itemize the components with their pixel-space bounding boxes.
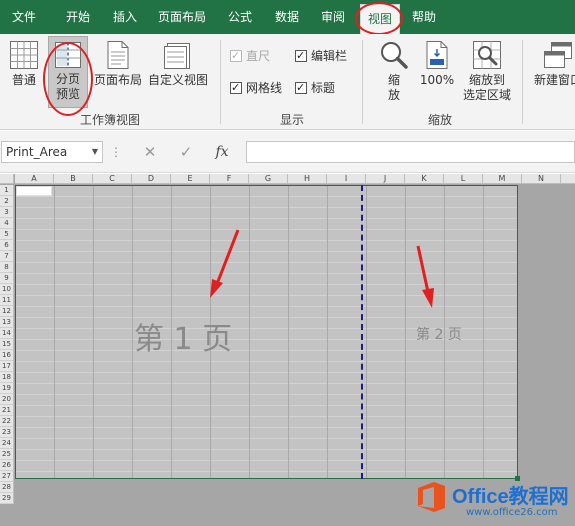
zoom-to-selection-label-2: 选定区域 (462, 88, 511, 102)
page-break-preview-button[interactable]: 分页 预览 (48, 36, 88, 108)
zoom-to-selection-icon (473, 41, 501, 69)
page-break-preview-icon (55, 42, 81, 68)
checkbox-icon (230, 80, 242, 96)
group-label-workbook-views: 工作簿视图 (79, 113, 140, 127)
page-layout-label: 页面布局 (93, 73, 142, 87)
zoom-100-label: 100% (419, 73, 455, 87)
insert-function-icon[interactable]: fx (212, 141, 232, 163)
tab-help[interactable]: 帮助 (404, 0, 444, 34)
watermark-name: Office教程网 (452, 486, 569, 508)
new-window-icon (544, 42, 572, 68)
ribbon-separator (362, 40, 363, 124)
office-logo-icon (418, 482, 445, 512)
page-layout-icon (107, 41, 129, 69)
group-label-show: 显示 (279, 113, 304, 127)
page-layout-view-button[interactable]: 页面布局 (92, 40, 144, 88)
headings-checkbox[interactable]: 标题 (295, 80, 335, 96)
page-break-preview-label-1: 分页 (55, 72, 80, 86)
annotation-arrows (210, 229, 434, 308)
tab-home[interactable]: 开始 (58, 0, 98, 34)
more-options-icon: ⋮ (110, 145, 122, 159)
new-window-label: 新建窗口 (533, 73, 575, 87)
new-window-button[interactable]: 新建窗口 (528, 40, 575, 88)
page-break-preview-label-2: 预览 (55, 87, 80, 101)
checkbox-icon (230, 48, 242, 64)
cancel-icon[interactable]: ✕ (140, 141, 160, 163)
ribbon: 普通 分页 预览 页面布局 自定义视图 工作簿视图 ✓直尺 ✓ 编辑栏 ✓网格线… (0, 34, 575, 130)
gridlines-checkbox[interactable]: 网格线 (230, 80, 282, 96)
formula-bar: Print_Area ▼ ⋮ ✕ ✓ fx (0, 131, 575, 173)
gridlines-label: 网格线 (246, 81, 283, 95)
ribbon-separator (522, 40, 523, 124)
sheet-area[interactable]: ABCDEFGHIJKLMNO 123456789101112131415161… (0, 174, 575, 526)
formula-bar-checkbox[interactable]: 编辑栏 (295, 48, 347, 64)
ribbon-separator (220, 40, 221, 124)
red-arrow-page-1 (210, 229, 240, 298)
normal-view-button[interactable]: 普通 (4, 40, 44, 88)
chevron-down-icon[interactable]: ▼ (92, 142, 98, 162)
tab-formulas[interactable]: 公式 (220, 0, 260, 34)
headings-label: 标题 (311, 81, 336, 95)
zoom-to-selection-button[interactable]: 缩放到 选定区域 (458, 40, 516, 103)
red-arrow-page-2 (416, 245, 434, 308)
formula-input[interactable] (246, 141, 575, 163)
excel-window: 文件 开始 插入 页面布局 公式 数据 审阅 视图 帮助 普通 分页 预览 页面… (0, 0, 575, 526)
enter-icon[interactable]: ✓ (176, 141, 196, 163)
tab-insert[interactable]: 插入 (105, 0, 145, 34)
tab-page-layout[interactable]: 页面布局 (151, 0, 213, 34)
formula-bar-label: 编辑栏 (311, 49, 348, 63)
normal-view-label: 普通 (11, 73, 36, 87)
ruler-label: 直尺 (246, 49, 271, 63)
zoom-100-button[interactable]: 100% (418, 40, 456, 88)
group-label-zoom: 缩放 (427, 113, 452, 127)
checkbox-icon (295, 48, 307, 64)
tab-file[interactable]: 文件 (4, 0, 44, 34)
name-box[interactable]: Print_Area ▼ (1, 141, 103, 163)
ruler-checkbox[interactable]: 直尺 (230, 48, 270, 64)
normal-view-icon (10, 41, 38, 69)
custom-views-label: 自定义视图 (147, 73, 208, 87)
custom-views-button[interactable]: 自定义视图 (146, 40, 210, 88)
magnifier-icon (381, 42, 408, 69)
tab-data[interactable]: 数据 (267, 0, 307, 34)
name-box-value: Print_Area (6, 145, 68, 159)
watermark: Office教程网 www.office26.com (408, 476, 575, 526)
tab-view[interactable]: 视图 (360, 4, 400, 34)
zoom-label-1: 缩 (387, 73, 400, 87)
checkbox-icon (295, 80, 307, 96)
zoom-label-2: 放 (387, 88, 400, 102)
tab-review[interactable]: 审阅 (313, 0, 353, 34)
zoom-button[interactable]: 缩 放 (378, 40, 410, 103)
zoom-to-selection-label-1: 缩放到 (468, 73, 505, 87)
zoom-100-icon (426, 41, 448, 69)
watermark-url: www.office26.com (466, 507, 558, 518)
menu-bar: 文件 开始 插入 页面布局 公式 数据 审阅 视图 帮助 (0, 0, 575, 34)
custom-views-icon (164, 43, 190, 69)
